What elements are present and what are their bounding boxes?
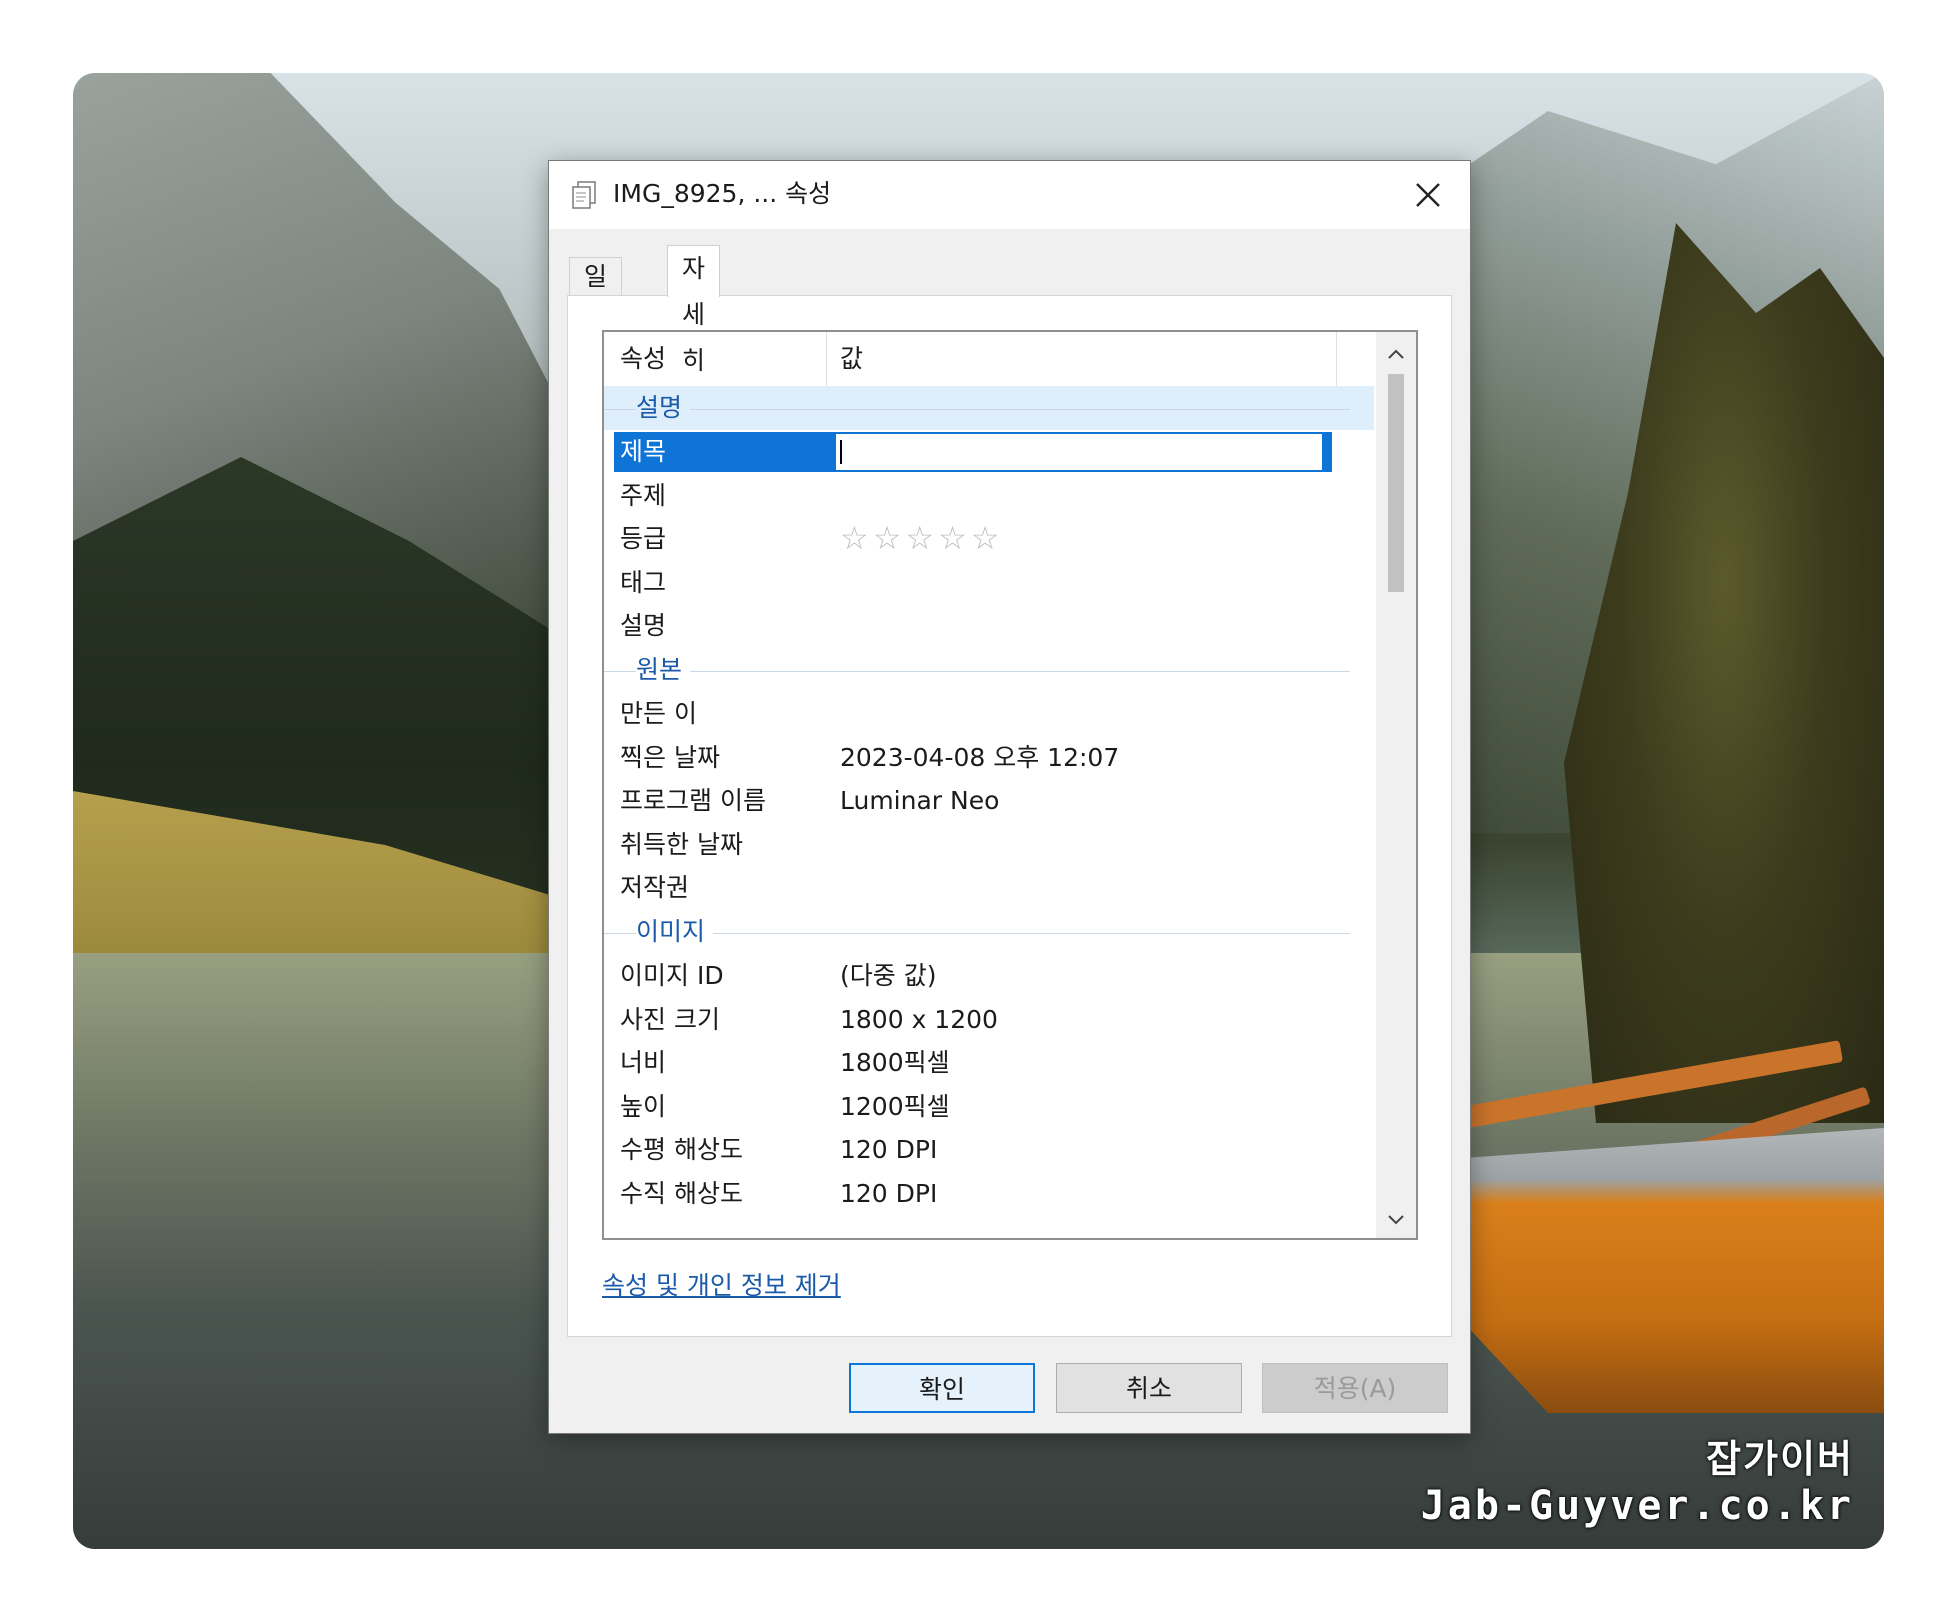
column-divider[interactable] [826,332,827,386]
rating-stars-icon[interactable]: ☆☆☆☆☆ [840,517,1003,560]
property-name: 사진 크기 [620,1004,720,1034]
row-authors[interactable]: 만든 이 [604,692,1374,736]
property-name: 프로그램 이름 [620,786,766,816]
scrollbar-thumb[interactable] [1388,374,1404,592]
ok-button[interactable]: 확인 [849,1363,1035,1413]
group-label: 이미지 [636,913,714,950]
group-header-origin[interactable]: 원본 [604,647,1374,692]
property-value: 120 DPI [840,1178,938,1208]
row-width[interactable]: 너비 1800픽셀 [604,1041,1374,1085]
row-vertical-resolution[interactable]: 수직 해상도 120 DPI [604,1172,1374,1216]
property-name: 높이 [620,1091,667,1121]
rowing-boat [1464,1128,1884,1413]
row-comments[interactable]: 설명 [604,604,1374,648]
group-divider-line [604,932,1350,934]
property-name: 주제 [620,480,667,510]
list-header: 속성 값 [604,332,1374,387]
watermark: 잡가이버 Jab-Guyver.co.kr [1421,1428,1854,1529]
property-name: 저작권 [620,873,690,903]
tab-general[interactable]: 일반 [569,257,623,329]
watermark-line2: Jab-Guyver.co.kr [1420,1483,1854,1529]
property-name: 설명 [620,611,667,641]
property-value: 1800픽셀 [840,1048,950,1078]
properties-dialog: IMG_8925, ... 속성 일반 자세히 속성 값 설명 [548,160,1471,1434]
property-name: 만든 이 [620,698,697,728]
group-label: 원본 [636,651,691,688]
property-name: 등급 [620,524,667,554]
title-bar[interactable]: IMG_8925, ... 속성 [549,161,1470,229]
chevron-down-icon [1388,1215,1404,1225]
row-rating[interactable]: 등급 ☆☆☆☆☆ [604,517,1374,561]
property-name: 너비 [620,1048,667,1078]
row-copyright[interactable]: 저작권 [604,866,1374,910]
close-icon [1416,183,1440,207]
group-header-description[interactable]: 설명 [604,386,1374,430]
row-date-acquired[interactable]: 취득한 날짜 [604,823,1374,867]
property-value: 120 DPI [840,1135,938,1165]
property-value: (다중 값) [840,960,937,990]
document-copy-icon [572,181,596,209]
properties-list[interactable]: 속성 값 설명 제목 주제 등급 ☆☆☆☆☆ 태그 설명 원본 만든 이 찍은 … [602,330,1418,1240]
scroll-down-button[interactable] [1376,1198,1416,1238]
tab-details[interactable]: 자세히 [667,245,721,375]
watermark-line1: 잡가이버 [1706,1437,1854,1481]
group-header-image[interactable]: 이미지 [604,909,1374,954]
property-name: 찍은 날짜 [620,742,720,772]
property-name: 태그 [620,567,667,597]
group-divider-line [604,670,1350,672]
remove-properties-link[interactable]: 속성 및 개인 정보 제거 [602,1266,841,1302]
tab-panel-details: 속성 값 설명 제목 주제 등급 ☆☆☆☆☆ 태그 설명 원본 만든 이 찍은 … [567,295,1452,1337]
title-edit-input[interactable] [834,432,1332,472]
property-value: 1800 x 1200 [840,1004,998,1034]
window-title: IMG_8925, ... 속성 [613,179,832,208]
column-divider[interactable] [1336,332,1337,386]
row-subject[interactable]: 주제 [604,474,1374,518]
row-dimensions[interactable]: 사진 크기 1800 x 1200 [604,998,1374,1042]
row-date-taken[interactable]: 찍은 날짜 2023-04-08 오후 12:07 [604,736,1374,780]
property-name: 이미지 ID [620,960,724,990]
text-caret [840,440,842,464]
property-name: 수직 해상도 [620,1178,743,1208]
chevron-up-icon [1388,349,1404,359]
scroll-up-button[interactable] [1376,332,1416,372]
property-value: 1200픽셀 [840,1091,950,1121]
column-header-value[interactable]: 값 [840,332,863,386]
property-name: 제목 [620,437,667,466]
group-label: 설명 [636,390,691,426]
property-value: Luminar Neo [840,786,1000,816]
column-header-property[interactable]: 속성 [620,332,666,386]
vertical-scrollbar[interactable] [1376,332,1416,1238]
edit-selection-bar [1322,432,1332,472]
apply-button[interactable]: 적용(A) [1262,1363,1448,1413]
row-height[interactable]: 높이 1200픽셀 [604,1085,1374,1129]
property-name: 취득한 날짜 [620,829,743,859]
property-value: 2023-04-08 오후 12:07 [840,742,1120,772]
row-tags[interactable]: 태그 [604,561,1374,605]
group-divider-line [604,409,1350,410]
list-rows: 설명 제목 주제 등급 ☆☆☆☆☆ 태그 설명 원본 만든 이 찍은 날짜 20… [604,386,1374,1216]
cancel-button[interactable]: 취소 [1056,1363,1242,1413]
row-program-name[interactable]: 프로그램 이름 Luminar Neo [604,779,1374,823]
close-button[interactable] [1402,169,1454,221]
property-name: 수평 해상도 [620,1135,743,1165]
row-title[interactable]: 제목 [604,430,1374,474]
row-horizontal-resolution[interactable]: 수평 해상도 120 DPI [604,1128,1374,1172]
row-image-id[interactable]: 이미지 ID (다중 값) [604,954,1374,998]
